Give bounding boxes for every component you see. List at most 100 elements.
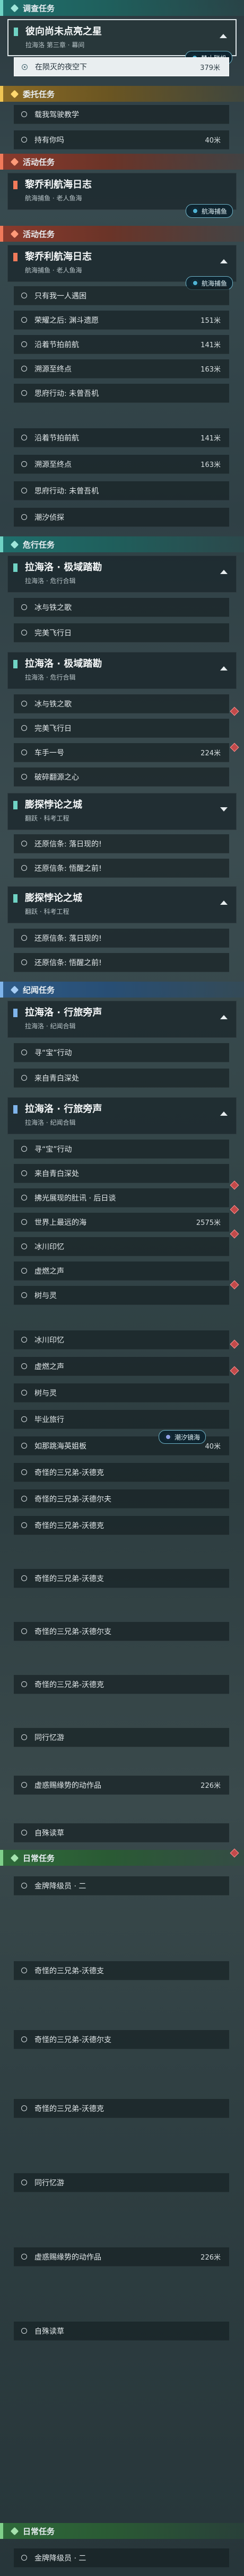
quest-subtitle: 航海捕鱼 · 老人鱼海: [25, 267, 82, 274]
quest-step-row[interactable]: 奇怪的三兄弟-沃德克: [14, 1516, 229, 1535]
quest-step-row[interactable]: 还原信条: 悟醒之前!: [14, 859, 229, 878]
quest-step-row[interactable]: 破碎翻源之心: [14, 767, 229, 787]
section-label: 活动任务: [23, 157, 55, 167]
quest-step-row[interactable]: 奇怪的三兄弟-沃德克: [14, 2099, 229, 2118]
quest-step-row[interactable]: 同行忆游: [14, 1728, 229, 1747]
quest-step-row[interactable]: 虚惑赐缘势的动作品 226米: [14, 2247, 229, 2266]
quest-step-row[interactable]: 载我驾驶教学: [14, 105, 229, 124]
section-header-hazard[interactable]: 危行任务: [0, 536, 244, 552]
quest-step-row[interactable]: 冰川印忆: [14, 1330, 229, 1349]
quest-step-row[interactable]: 奇怪的三兄弟-沃德克: [14, 1463, 229, 1482]
collapse-arrow-icon[interactable]: [220, 570, 228, 574]
quest-subtitle: 翻跃 · 科考工程: [25, 908, 69, 915]
collapse-arrow-icon[interactable]: [220, 1015, 228, 1019]
section-header-daily[interactable]: 日常任务: [0, 2523, 244, 2539]
quest-card[interactable]: 黎乔利航海日志 航海捕鱼 · 老人鱼海 航海捕鱼: [7, 245, 237, 290]
step-marker-icon: [21, 514, 27, 520]
quest-step-row[interactable]: 冰与铁之歌: [14, 694, 229, 713]
quest-step-row[interactable]: 思府行动: 未曾吾机: [14, 481, 229, 500]
quest-step-row[interactable]: 溯源至终点 163米: [14, 455, 229, 474]
section-header-commission[interactable]: 委托任务: [0, 86, 244, 102]
quest-step-row[interactable]: 沿着节拍前航 141米: [14, 428, 229, 447]
quest-step-row[interactable]: 自殊读草: [14, 2322, 229, 2341]
collapse-arrow-icon[interactable]: [220, 34, 227, 38]
step-marker-icon: [21, 1243, 27, 1249]
quest-step-row[interactable]: 金牌降级员 · 二: [14, 1876, 229, 1895]
quest-card[interactable]: 拉海洛 · 行旅旁声 拉海洛 · 纪闻合辑: [7, 1001, 237, 1038]
step-label: 只有我一人遇困: [34, 292, 86, 301]
quest-step-row[interactable]: 同行忆游: [14, 2173, 229, 2192]
quest-step-row[interactable]: 还原信条: 落日现的!: [14, 834, 229, 853]
quest-card[interactable]: 彼向尚未点亮之星拉海洛 第三章 · 幕间禁止联机: [7, 19, 237, 65]
quest-step-row[interactable]: 寻“宝”行动: [14, 1043, 229, 1062]
quest-step-row[interactable]: 潮汐侦探: [14, 508, 229, 527]
quest-step-row[interactable]: 思府行动: 未曾吾机: [14, 384, 229, 403]
quest-alert-icon: [230, 707, 239, 716]
step-label: 冰川印忆: [34, 1242, 64, 1251]
quest-step-row[interactable]: 奇怪的三兄弟-沃德尔支: [14, 2030, 229, 2049]
quest-step-row[interactable]: 来自青白深处: [14, 1069, 229, 1088]
step-marker-icon: [21, 1734, 27, 1740]
collapse-arrow-icon[interactable]: [220, 901, 228, 905]
quest-step-row[interactable]: 奇怪的三兄弟-沃德尔夫: [14, 1489, 229, 1508]
quest-card[interactable]: 拉海洛 · 极域踏勘 拉海洛 · 危行合辑: [7, 555, 237, 593]
expand-arrow-icon[interactable]: [220, 807, 228, 811]
section-header-chronicle[interactable]: 纪闻任务: [0, 982, 244, 998]
quest-type-icon: [13, 563, 18, 572]
quest-card[interactable]: 拉海洛 · 行旅旁声 拉海洛 · 纪闻合辑: [7, 1097, 237, 1134]
quest-step-row[interactable]: 奇怪的三兄弟-沃德尔支: [14, 1622, 229, 1641]
quest-step-row[interactable]: 冰川印忆: [14, 1237, 229, 1256]
step-marker-icon: [21, 1443, 27, 1449]
quest-step-row[interactable]: 持有你吗 40米: [14, 130, 229, 149]
collapse-arrow-icon[interactable]: [220, 259, 228, 263]
quest-subtitle: 拉海洛 · 危行合辑: [25, 577, 76, 585]
quest-step-row[interactable]: 在陨灭的夜空下 379米: [14, 57, 229, 76]
quest-step-row[interactable]: 完美飞行日: [14, 719, 229, 738]
quest-step-row[interactable]: 奇怪的三兄弟-沃德支: [14, 1961, 229, 1980]
quest-step-row[interactable]: 还原信条: 落日现的!: [14, 929, 229, 948]
quest-step-row[interactable]: 只有我一人遇困: [14, 286, 229, 305]
quest-step-row[interactable]: 奇怪的三兄弟-沃德克: [14, 1675, 229, 1694]
quest-card[interactable]: 黎乔利航海日志 航海捕鱼 · 老人鱼海 航海捕鱼: [7, 173, 237, 218]
collapse-arrow-icon[interactable]: [220, 666, 228, 671]
step-marker-icon: [21, 435, 27, 440]
step-label: 金牌降级员 · 二: [34, 1882, 86, 1891]
section-header-event[interactable]: 活动任务: [0, 226, 244, 242]
quest-step-row[interactable]: 自殊读草: [14, 1823, 229, 1842]
quest-card[interactable]: 膨探悖论之城 翻跃 · 科考工程: [7, 793, 237, 830]
quest-step-row[interactable]: 车手一号 224米: [14, 743, 229, 762]
quest-step-row[interactable]: 奇怪的三兄弟-沃德支: [14, 1569, 229, 1588]
quest-step-row[interactable]: 虚惑赐缘势的动作品 226米: [14, 1776, 229, 1795]
distance-label: 163米: [201, 366, 221, 374]
quest-step-row[interactable]: 虚燃之声: [14, 1261, 229, 1281]
section-label: 活动任务: [23, 229, 55, 239]
quest-step-row[interactable]: 寻“宝”行动: [14, 1140, 229, 1159]
step-label: 毕业旅行: [34, 1415, 64, 1424]
quest-step-row[interactable]: 拂光展现的肚讯 · 后日谈: [14, 1188, 229, 1207]
section-header-investigation[interactable]: 调查任务: [0, 0, 244, 16]
quest-step-row[interactable]: 来自青白深处: [14, 1164, 229, 1183]
section-header-daily[interactable]: 日常任务: [0, 1850, 244, 1866]
quest-type-icon: [13, 1105, 18, 1114]
quest-step-row[interactable]: 溯源至终点 163米: [14, 359, 229, 378]
quest-step-row[interactable]: 冰与铁之歌: [14, 598, 229, 617]
quest-card[interactable]: 膨探悖论之城 翻跃 · 科考工程: [7, 886, 237, 923]
section-header-event[interactable]: 活动任务: [0, 154, 244, 170]
step-marker-icon: [21, 461, 27, 467]
quest-step-row[interactable]: 世界上最远的海 2575米: [14, 1213, 229, 1232]
quest-step-row[interactable]: 树与灵: [14, 1383, 229, 1402]
quest-step-row[interactable]: 金牌降级员 · 二: [14, 2548, 229, 2568]
quest-title: 膨探悖论之城: [25, 799, 82, 810]
collapse-arrow-icon[interactable]: [220, 1111, 228, 1116]
quest-step-row[interactable]: 还原信条: 悟醒之前!: [14, 953, 229, 972]
quest-step-row[interactable]: 毕业旅行: [14, 1410, 229, 1429]
quest-card[interactable]: 拉海洛 · 极域踏勘 拉海洛 · 危行合辑: [7, 652, 237, 689]
step-label: 在陨灭的夜空下: [35, 63, 87, 72]
quest-step-row[interactable]: 沿着节拍前航 141米: [14, 335, 229, 354]
quest-step-row[interactable]: 完美飞行日: [14, 623, 229, 642]
quest-step-row[interactable]: 虚燃之声: [14, 1357, 229, 1376]
quest-subtitle: 拉海洛 · 纪闻合辑: [25, 1022, 76, 1030]
distance-label: 163米: [201, 461, 221, 469]
quest-step-row[interactable]: 树与灵: [14, 1286, 229, 1305]
quest-step-row[interactable]: 荣耀之后: 渊斗遗愿 151米: [14, 311, 229, 330]
